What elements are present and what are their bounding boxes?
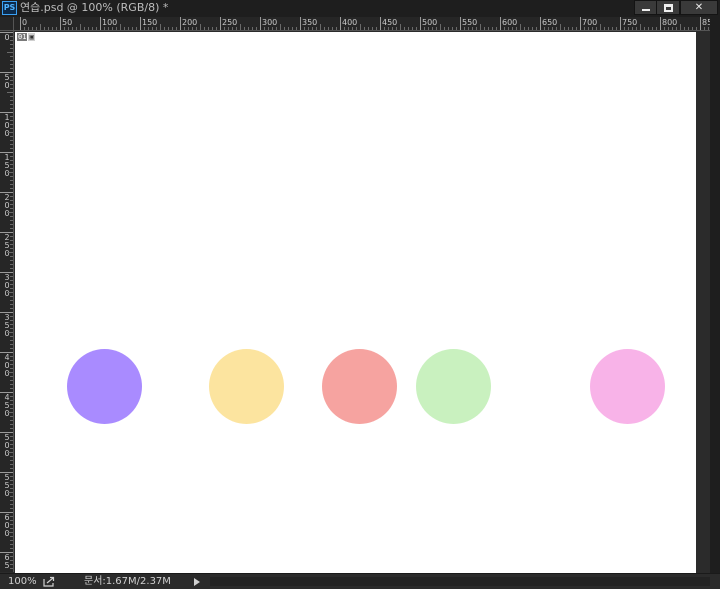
- window-right-edge: [710, 17, 720, 577]
- ruler-major-tick: [420, 17, 421, 30]
- horizontal-scrollbar[interactable]: [210, 577, 710, 586]
- ruler-label: 600: [4, 513, 10, 538]
- photoshop-app-icon: PS: [2, 1, 17, 15]
- slice-badge: 01 ▣: [17, 33, 35, 41]
- document-size-info[interactable]: 문서:1.67M/2.37M: [84, 575, 171, 588]
- horizontal-ruler[interactable]: 0 50 100 150 200 250 300 350 400 450 500 550 600 650 7…: [14, 17, 710, 31]
- document-canvas[interactable]: 01 ▣: [15, 32, 696, 573]
- ruler-major-tick: [660, 17, 661, 30]
- status-bar: 100% 문서:1.67M/2.37M: [0, 573, 720, 589]
- green-circle[interactable]: [416, 349, 491, 424]
- ruler-major-tick: [180, 17, 181, 30]
- ruler-major-tick: [380, 17, 381, 30]
- ruler-label: 550: [4, 473, 10, 498]
- ruler-major-tick: [20, 17, 21, 30]
- slice-icon: ▣: [28, 33, 35, 41]
- minimize-icon: [642, 9, 650, 11]
- ruler-label: 150: [4, 153, 10, 178]
- ruler-major-tick: [580, 17, 581, 30]
- minimize-button[interactable]: [634, 0, 658, 15]
- ruler-major-tick: [260, 17, 261, 30]
- close-button[interactable]: ✕: [680, 0, 718, 15]
- vertical-ruler[interactable]: 05010015020025030035040045050055060065: [0, 31, 14, 572]
- ruler-major-tick: [220, 17, 221, 30]
- ruler-major-tick: [460, 17, 461, 30]
- vertical-scroll-area[interactable]: [696, 32, 710, 573]
- ruler-major-tick: [60, 17, 61, 30]
- ruler-label: 400: [4, 353, 10, 378]
- maximize-button[interactable]: [656, 0, 680, 15]
- ruler-label: 100: [4, 113, 10, 138]
- ruler-label: 500: [4, 433, 10, 458]
- ruler-label: 450: [4, 393, 10, 418]
- ruler-major-tick: [620, 17, 621, 30]
- yellow-circle[interactable]: [209, 349, 284, 424]
- play-arrow-icon[interactable]: [194, 578, 200, 586]
- document-title-bar: PS 연습.psd @ 100% (RGB/8) * ✕: [0, 0, 720, 17]
- ruler-major-tick: [500, 17, 501, 30]
- close-icon: ✕: [694, 2, 704, 13]
- ruler-major-tick: [100, 17, 101, 30]
- purple-circle[interactable]: [67, 349, 142, 424]
- export-icon[interactable]: [43, 576, 55, 587]
- pink-circle[interactable]: [590, 349, 665, 424]
- ruler-label: 350: [4, 313, 10, 338]
- ruler-origin-corner[interactable]: [0, 17, 14, 31]
- ruler-major-tick: [140, 17, 141, 30]
- slice-number: 01: [17, 33, 28, 41]
- ruler-label: 200: [4, 193, 10, 218]
- ruler-major-tick: [300, 17, 301, 30]
- ruler-major-tick: [340, 17, 341, 30]
- red-circle[interactable]: [322, 349, 397, 424]
- ruler-label: 250: [4, 233, 10, 258]
- maximize-icon: [663, 4, 673, 12]
- ruler-major-tick: [700, 17, 701, 30]
- zoom-level[interactable]: 100%: [8, 575, 37, 588]
- document-tab-title[interactable]: 연습.psd @ 100% (RGB/8) *: [20, 1, 168, 15]
- ruler-major-tick: [540, 17, 541, 30]
- ruler-label: 300: [4, 273, 10, 298]
